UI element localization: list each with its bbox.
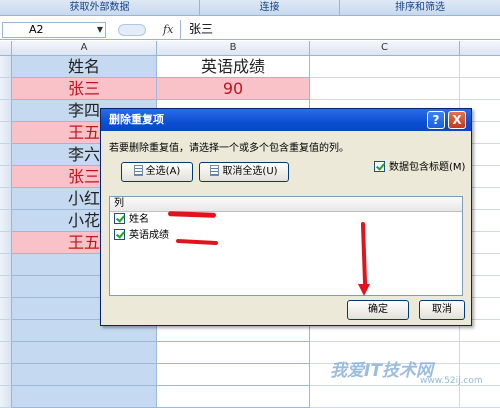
cell-empty[interactable] [460,386,500,408]
select-all-icon [133,165,143,176]
column-header-c[interactable]: C [310,41,460,56]
data-has-headers-label: 数据包含标题(M) [389,162,466,173]
row-header[interactable] [0,188,12,210]
checkbox-checked-icon[interactable] [374,161,385,172]
column-list-header: 列 [110,197,462,212]
cell-empty[interactable] [310,56,460,78]
column-header-a[interactable]: A [12,41,157,56]
cell-empty[interactable] [460,342,500,364]
row-header[interactable] [0,144,12,166]
checkbox-checked-icon[interactable] [114,213,125,224]
row-header[interactable] [0,166,12,188]
ribbon-group-connections[interactable]: 连接 [200,0,340,16]
column-list: 列 姓名 英语成绩 [109,196,463,296]
cell-name[interactable] [12,342,157,364]
select-all-button[interactable]: 全选(A) [121,162,193,182]
column-header-d[interactable] [460,41,500,56]
cancel-button[interactable]: 取消 [419,300,465,320]
ribbon: 获取外部数据 连接 排序和筛选 [0,0,500,16]
cell-name[interactable]: 姓名 [12,56,157,78]
row-header[interactable] [0,276,12,298]
cell-name[interactable] [12,386,157,408]
checkbox-checked-icon[interactable] [114,229,125,240]
cell-empty[interactable] [310,78,460,100]
row-header[interactable] [0,364,12,386]
cell-empty[interactable] [310,386,460,408]
cell-score[interactable]: 90 [157,78,310,100]
cell-empty[interactable] [460,56,500,78]
cell-score[interactable] [157,342,310,364]
row-header[interactable] [0,254,12,276]
remove-duplicates-dialog: 删除重复项 ? X 若要删除重复值，请选择一个或多个包含重复值的列。 全选(A)… [100,108,472,326]
ok-button[interactable]: 确定 [347,300,409,320]
ribbon-group-get-external-data[interactable]: 获取外部数据 [0,0,200,16]
list-item-name[interactable]: 姓名 [110,212,462,228]
name-box[interactable]: A2 ▼ [2,22,106,38]
watermark-url: www.52ij.com [420,376,483,386]
unselect-all-button[interactable]: 取消全选(U) [199,162,289,182]
row-header[interactable] [0,56,12,78]
dialog-title[interactable]: 删除重复项 [101,109,471,131]
row-header[interactable] [0,100,12,122]
name-box-value: A2 [29,23,44,36]
row-header[interactable] [0,78,12,100]
cell-score[interactable]: 英语成绩 [157,56,310,78]
cell-score[interactable] [157,386,310,408]
select-all-corner[interactable] [0,41,12,56]
unselect-all-icon [210,165,220,176]
dialog-instruction: 若要删除重复值，请选择一个或多个包含重复值的列。 [109,143,349,154]
formula-input[interactable]: 张三 [180,20,500,40]
list-item-score[interactable]: 英语成绩 [110,228,462,244]
fx-icon[interactable]: fx [163,23,173,36]
row-header[interactable] [0,232,12,254]
watermark-logo: 我爱IT技术网 [330,361,433,381]
unselect-all-label: 取消全选(U) [222,166,278,177]
cell-empty[interactable] [460,78,500,100]
row-header[interactable] [0,298,12,320]
formula-buttons[interactable] [118,24,146,36]
row-header[interactable] [0,320,12,342]
list-item-label: 姓名 [129,214,149,225]
formula-bar: A2 ▼ fx 张三 [0,20,500,40]
cell-score[interactable] [157,364,310,386]
row-header[interactable] [0,210,12,232]
help-icon[interactable]: ? [427,111,445,129]
select-all-label: 全选(A) [145,166,181,177]
chevron-down-icon[interactable]: ▼ [97,23,103,37]
close-icon[interactable]: X [448,111,466,129]
column-header-b[interactable]: B [157,41,310,56]
cell-name[interactable]: 张三 [12,78,157,100]
data-has-headers-checkbox[interactable]: 数据包含标题(M) [374,158,465,173]
list-item-label: 英语成绩 [129,230,169,241]
ribbon-group-sort-filter[interactable]: 排序和筛选 [340,0,500,16]
row-header[interactable] [0,386,12,408]
cell-name[interactable] [12,364,157,386]
row-header[interactable] [0,342,12,364]
row-header[interactable] [0,122,12,144]
